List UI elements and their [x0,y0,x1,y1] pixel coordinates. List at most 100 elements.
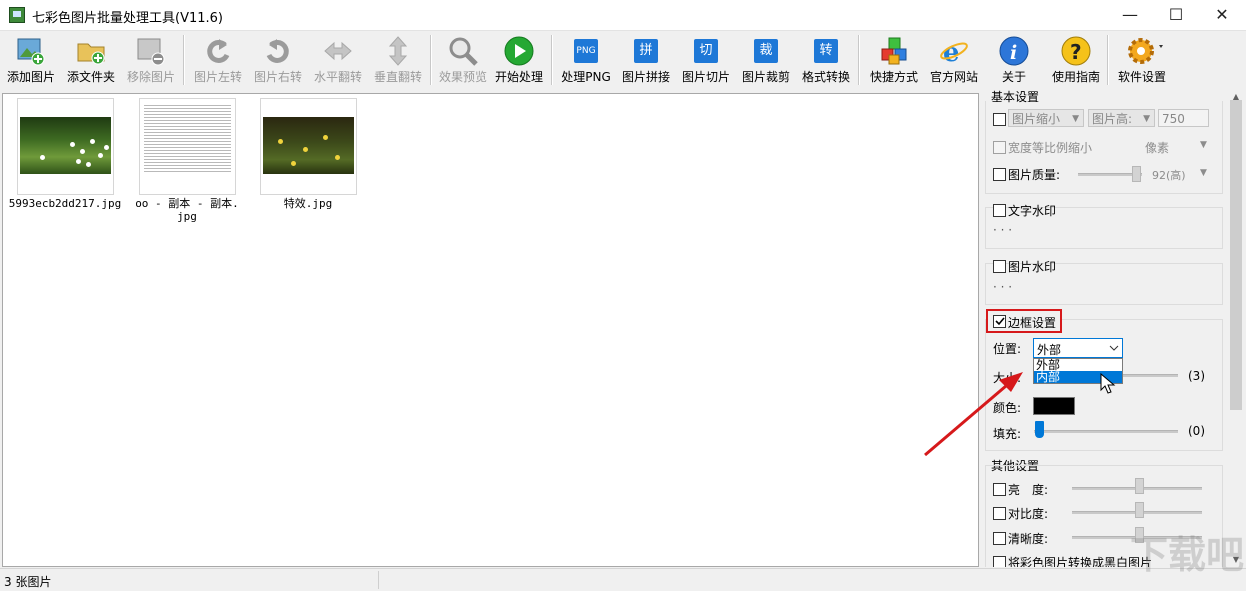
text-watermark-label: 文字水印 [1008,204,1057,218]
user-guide-button[interactable]: ? 使用指南 [1046,31,1106,89]
process-png-button[interactable]: PNG 处理PNG [556,31,616,89]
about-button[interactable]: i 关于 [984,31,1044,89]
flip-vertical-icon [383,36,413,66]
chevron-down-icon: ▼ [1200,168,1207,178]
image-count: 3 张图片 [4,575,52,589]
image-slice-button[interactable]: 切 图片切片 [676,31,736,89]
magnifier-icon [448,36,478,66]
svg-text:e: e [943,38,960,66]
contrast-label: 对比度: [1008,507,1049,521]
about-icon: i [999,36,1029,66]
brightness-checkbox[interactable] [993,483,1006,496]
shortcut-button[interactable]: 快捷方式 [864,31,924,89]
keep-ratio-label: 宽度等比例缩小 [1008,141,1093,155]
add-folder-button[interactable]: 添文件夹 [61,31,121,89]
border-size-slider-track[interactable] [1122,374,1178,377]
rotate-right-button[interactable]: 图片右转 [248,31,308,89]
border-fill-value: (0) [1188,424,1205,438]
crop-icon: 裁 [751,36,781,66]
add-folder-icon [76,36,106,66]
red-arrow-annotation [924,372,1023,457]
image-filename: oo - 副本 - 副本. jpg [135,197,239,223]
remove-image-button[interactable]: 移除图片 [121,31,181,89]
image-crop-button[interactable]: 裁 图片裁剪 [736,31,796,89]
rotate-right-icon [263,36,293,66]
height-input[interactable]: 750 [1158,109,1209,127]
text-watermark-checkbox[interactable] [993,204,1006,217]
maximize-button[interactable]: ☐ [1153,0,1199,30]
add-image-icon [16,36,46,66]
slice-icon: 切 [691,36,721,66]
mouse-cursor-icon [1100,373,1116,394]
quality-checkbox[interactable] [993,168,1006,181]
image-preview [263,117,354,174]
image-filename: 特效.jpg [283,197,333,210]
add-image-button[interactable]: 添加图片 [1,31,61,89]
minimize-button[interactable]: — [1107,0,1153,30]
format-convert-button[interactable]: 转 格式转换 [796,31,856,89]
flip-horizontal-button[interactable]: 水平翻转 [308,31,368,89]
image-thumbnail[interactable] [260,98,357,195]
window-title: 七彩色图片批量处理工具(V11.6) [32,11,223,26]
svg-text:i: i [1010,42,1017,64]
chevron-down-icon: ▼ [1200,140,1207,150]
image-watermark-more[interactable]: · · · [993,280,1012,294]
rotate-left-button[interactable]: 图片左转 [188,31,248,89]
quality-label: 图片质量: [1008,168,1061,182]
png-icon: PNG [571,36,601,66]
scrollbar-thumb[interactable] [1230,100,1242,410]
rotate-left-icon [203,36,233,66]
image-stitch-button[interactable]: 拼 图片拼接 [616,31,676,89]
settings-panel: 基本设置 图片缩小 ▼ 图片高: ▼ 750 宽度等比例缩小 像素 ▼ 图片质量: … [982,85,1227,567]
image-filename: 5993ecb2dd217.jpg [8,197,122,210]
preview-button[interactable]: 效果预览 [433,31,493,89]
image-thumbnail[interactable] [139,98,236,195]
flip-vertical-button[interactable]: 垂直翻转 [368,31,428,89]
official-website-button[interactable]: e 官方网站 [924,31,984,89]
contrast-slider-thumb[interactable] [1135,502,1144,518]
resize-mode-select[interactable]: 图片缩小 ▼ [1008,109,1084,127]
border-fill-slider-thumb[interactable] [1035,421,1044,438]
shortcut-icon [879,36,909,66]
keep-ratio-checkbox[interactable] [993,141,1006,154]
title-bar[interactable]: 七彩色图片批量处理工具(V11.6) — ☐ ✕ [0,0,1246,31]
border-settings-checkbox[interactable] [993,315,1006,328]
contrast-checkbox[interactable] [993,507,1006,520]
image-preview [144,103,231,173]
image-watermark-checkbox[interactable] [993,260,1006,273]
play-icon [504,36,534,66]
grayscale-checkbox[interactable] [993,556,1006,567]
border-position-select[interactable]: 外部 [1033,338,1123,358]
help-icon: ? [1061,36,1091,66]
sharpness-checkbox[interactable] [993,532,1006,545]
border-color-swatch[interactable] [1033,397,1075,415]
website-icon: e [939,36,969,68]
stitch-icon: 拼 [631,36,661,66]
quality-slider-thumb[interactable] [1132,166,1141,182]
toolbar: 添加图片 添文件夹 移除图片 图片左转 图片右转 水平翻转 垂直翻转 效果预览 … [0,31,1246,89]
status-divider [378,571,379,589]
sharpness-label: 清晰度: [1008,532,1049,546]
height-mode-select[interactable]: 图片高: ▼ [1088,109,1155,127]
unit-select[interactable]: 像素 [1145,139,1169,156]
svg-text:?: ? [1070,40,1082,64]
app-icon [9,7,25,23]
brightness-slider-thumb[interactable] [1135,478,1144,494]
site-watermark: 下载吧 [1130,533,1245,577]
remove-image-icon [136,36,166,66]
border-size-value: (3) [1188,369,1205,383]
border-fill-slider-track[interactable] [1034,430,1178,433]
image-watermark-label: 图片水印 [1008,260,1057,274]
flip-horizontal-icon [323,36,353,66]
close-button[interactable]: ✕ [1199,0,1245,30]
image-thumbnail[interactable] [17,98,114,195]
text-watermark-more[interactable]: · · · [993,223,1012,237]
image-list-area[interactable]: 5993ecb2dd217.jpg oo - 副本 - 副本. jpg 特效.j… [2,93,979,567]
chevron-down-icon [1109,345,1119,351]
border-settings-label: 边框设置 [1008,316,1057,330]
resize-checkbox[interactable] [993,113,1006,126]
quality-value: 92(高) [1152,169,1186,182]
start-processing-button[interactable]: 开始处理 [489,31,549,89]
software-settings-button[interactable]: 软件设置 [1112,31,1172,89]
border-position-label: 位置: [993,342,1022,356]
